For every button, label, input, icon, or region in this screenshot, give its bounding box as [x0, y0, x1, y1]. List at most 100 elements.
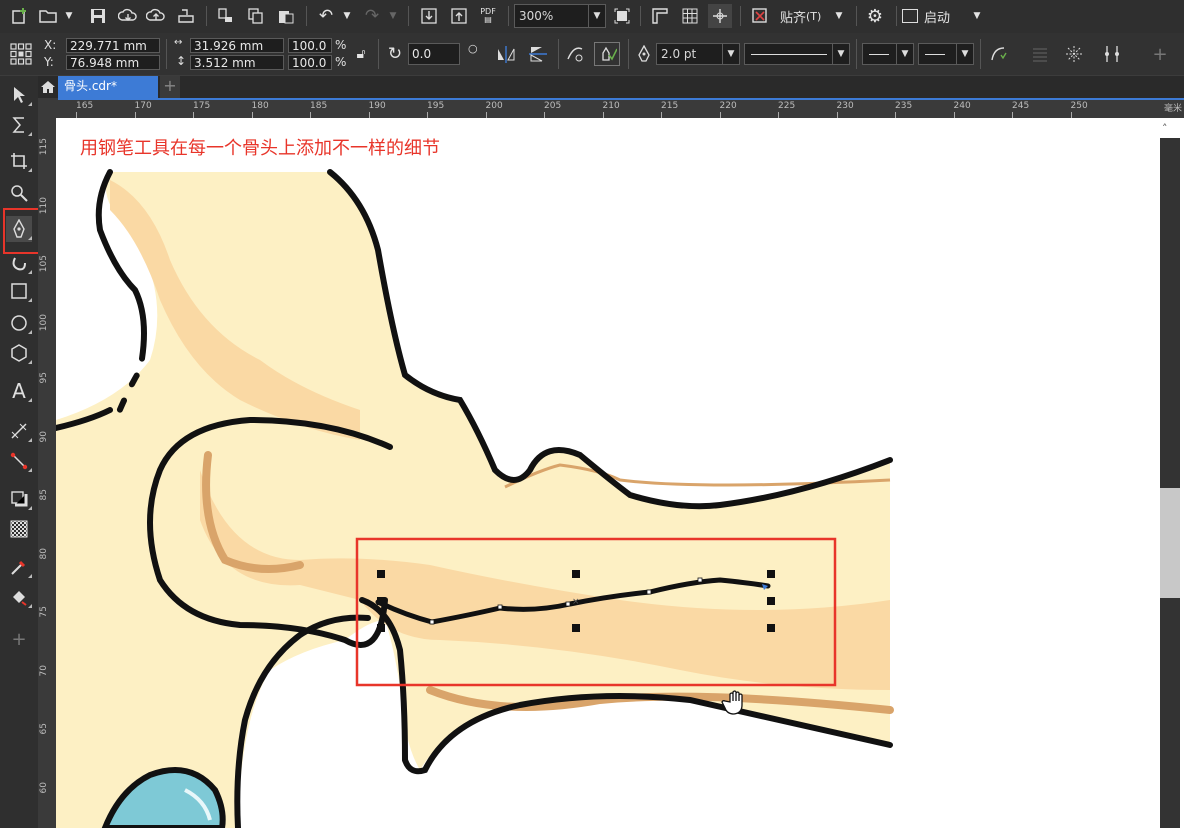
ruler-tick-label: 185 — [310, 101, 328, 111]
align-nodes-icon[interactable] — [1100, 42, 1124, 66]
rectangle-tool-icon[interactable] — [6, 278, 32, 304]
snap-dropdown-icon[interactable]: ▼ — [832, 4, 846, 28]
chevron-down-icon[interactable]: ▼ — [896, 44, 913, 64]
launch-icon — [902, 9, 918, 23]
copy-icon[interactable] — [244, 4, 268, 28]
ruler-tick-label: 65 — [39, 723, 49, 735]
reference-point-icon[interactable] — [8, 42, 34, 66]
chevron-down-icon[interactable]: ▼ — [832, 44, 849, 64]
scale-x-field[interactable]: 100.0 — [288, 38, 332, 53]
connector-tool-icon[interactable] — [6, 448, 32, 474]
ruler-tick-label: 170 — [134, 101, 152, 111]
open-folder-icon[interactable] — [36, 4, 60, 28]
chevron-down-icon[interactable]: ▼ — [588, 5, 605, 27]
polygon-tool-icon[interactable] — [6, 340, 32, 366]
cloud-download-icon[interactable] — [116, 4, 140, 28]
undo-dropdown-icon[interactable]: ▼ — [340, 4, 354, 28]
open-dropdown-icon[interactable]: ▼ — [62, 4, 76, 28]
outline-width-select[interactable]: 2.0 pt ▼ — [656, 43, 740, 65]
new-document-icon[interactable] — [8, 4, 32, 28]
ruler-tick-label: 225 — [778, 101, 796, 111]
launch-dropdown-icon[interactable]: ▼ — [970, 4, 984, 28]
horizontal-ruler[interactable]: 165 170 175 180 185 190 195 200 205 210 215 220 225 2… — [58, 100, 1184, 118]
redo-icon[interactable]: ↷ — [360, 4, 384, 28]
parallel-dimension-tool-icon[interactable] — [6, 418, 32, 444]
drawing-canvas[interactable]: × 用钢笔工具在每一个骨头上添加不一样的细节 — [56, 118, 1158, 828]
x-position-field[interactable]: 229.771 mm — [66, 38, 160, 53]
interactive-fill-tool-icon[interactable] — [6, 584, 32, 610]
eyedropper-tool-icon[interactable] — [6, 554, 32, 580]
save-icon[interactable] — [86, 4, 110, 28]
lock-ratio-icon[interactable]: 🔓︎ — [350, 42, 372, 66]
import-icon[interactable] — [214, 4, 238, 28]
mirror-vertical-icon[interactable] — [526, 42, 550, 66]
pick-tool-icon[interactable] — [6, 82, 32, 108]
import-file-icon[interactable] — [418, 4, 440, 28]
text-tool-icon[interactable]: A — [6, 378, 32, 404]
add-tool-icon[interactable]: + — [6, 626, 32, 652]
zoom-level-value: 300% — [519, 9, 554, 23]
chevron-down-icon[interactable]: ▼ — [722, 44, 739, 64]
width-field[interactable]: 31.926 mm — [190, 38, 284, 53]
end-arrowhead-select[interactable]: ▼ — [918, 43, 974, 65]
reverse-direction-icon[interactable] — [986, 42, 1010, 66]
height-field[interactable]: 3.512 mm — [190, 55, 284, 70]
ruler-tick-label: 165 — [76, 101, 94, 111]
ruler-tick-label: 115 — [39, 138, 49, 156]
undo-icon[interactable]: ↶ — [314, 4, 338, 28]
ruler-unit-label: 毫米 — [1163, 104, 1182, 114]
new-tab-button[interactable]: + — [160, 76, 180, 98]
full-screen-icon[interactable] — [610, 4, 634, 28]
zoom-tool-icon[interactable] — [6, 180, 32, 206]
artistic-media-tool-icon[interactable] — [6, 250, 32, 276]
bone-artwork[interactable]: × — [56, 118, 1158, 828]
launch-label: 启动 — [924, 10, 951, 26]
export-file-icon[interactable] — [448, 4, 470, 28]
extract-subpath-icon[interactable] — [1062, 42, 1086, 66]
scroll-up-icon[interactable]: ˄ — [1162, 122, 1168, 135]
ruler-tick-label: 60 — [39, 781, 49, 793]
shape-tool-icon[interactable] — [6, 112, 32, 138]
zoom-level-select[interactable]: 300% ▼ — [514, 4, 606, 28]
add-icon[interactable]: + — [1148, 42, 1172, 66]
ruler-tick-label: 105 — [39, 255, 49, 273]
vertical-ruler[interactable]: 115 110 105 100 95 90 85 80 75 70 65 60 — [38, 118, 56, 828]
ellipse-tool-icon[interactable] — [6, 310, 32, 336]
show-grid-icon[interactable] — [678, 4, 702, 28]
start-arrowhead-select[interactable]: ▼ — [862, 43, 914, 65]
preview-mode-icon[interactable] — [594, 42, 620, 66]
vertical-scrollbar[interactable]: ˄ — [1158, 118, 1184, 828]
scroll-track[interactable] — [1160, 138, 1180, 828]
cloud-upload-icon[interactable] — [144, 4, 168, 28]
ruler-tick-label: 200 — [485, 101, 503, 111]
print-icon[interactable] — [174, 4, 198, 28]
auto-close-curve-icon[interactable] — [564, 42, 588, 66]
transparency-tool-icon[interactable] — [6, 516, 32, 542]
ruler-origin[interactable] — [38, 98, 58, 118]
ruler-tick-label: 175 — [193, 101, 211, 111]
mirror-horizontal-icon[interactable] — [494, 42, 518, 66]
scroll-thumb[interactable] — [1160, 488, 1180, 598]
snap-to-menu[interactable]: 贴齐 (T) — [780, 4, 832, 28]
tab-document[interactable]: 骨头.cdr* — [58, 76, 158, 98]
pdf-publish-icon[interactable]: PDF ▤ — [476, 4, 500, 28]
drop-shadow-tool-icon[interactable] — [6, 486, 32, 512]
crop-tool-icon[interactable] — [6, 148, 32, 174]
gear-icon[interactable]: ⚙ — [862, 4, 888, 28]
chevron-down-icon[interactable]: ▼ — [956, 44, 973, 64]
show-rulers-icon[interactable] — [648, 4, 672, 28]
y-position-field[interactable]: 76.948 mm — [66, 55, 160, 70]
line-style-select[interactable]: ▼ — [744, 43, 850, 65]
rotation-angle-field[interactable]: 0.0 — [408, 43, 460, 65]
tab-document-label: 骨头.cdr* — [64, 79, 117, 93]
launch-menu[interactable]: 启动 — [902, 4, 962, 28]
show-guidelines-icon[interactable] — [708, 4, 732, 28]
home-icon[interactable] — [38, 76, 58, 98]
ruler-tick-label: 85 — [39, 489, 49, 501]
snap-off-icon[interactable] — [748, 4, 772, 28]
paste-icon[interactable] — [274, 4, 298, 28]
ruler-tick-label: 210 — [602, 101, 620, 111]
scale-y-field[interactable]: 100.0 — [288, 55, 332, 70]
redo-dropdown-icon[interactable]: ▼ — [386, 4, 400, 28]
close-curve-icon[interactable] — [1028, 42, 1052, 66]
